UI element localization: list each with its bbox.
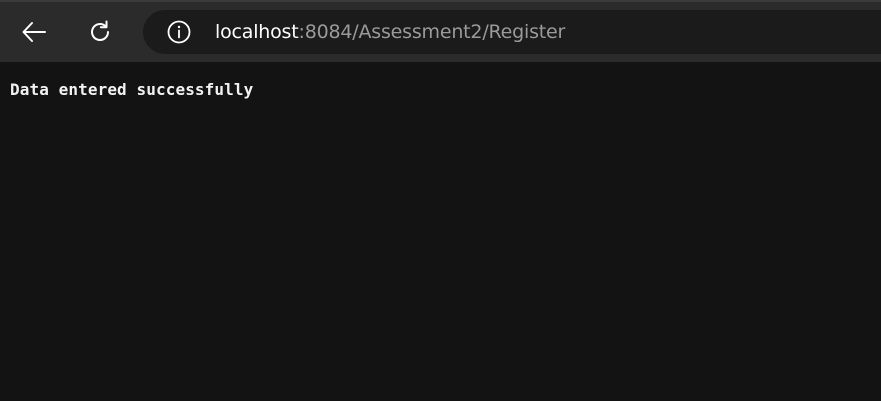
reload-icon (91, 20, 109, 41)
url-host: localhost (215, 21, 299, 43)
info-icon[interactable] (167, 20, 191, 44)
url-text[interactable]: localhost:8084/Assessment2/Register (215, 21, 565, 43)
address-bar[interactable]: localhost:8084/Assessment2/Register (143, 10, 881, 54)
reload-button[interactable] (80, 14, 120, 50)
back-arrow-icon (22, 22, 46, 42)
success-message: Data entered successfully (10, 80, 254, 99)
page-content: Data entered successfully (0, 62, 881, 401)
browser-toolbar: localhost:8084/Assessment2/Register (0, 0, 881, 62)
url-path: :8084/Assessment2/Register (298, 21, 566, 43)
back-button[interactable] (14, 14, 54, 50)
